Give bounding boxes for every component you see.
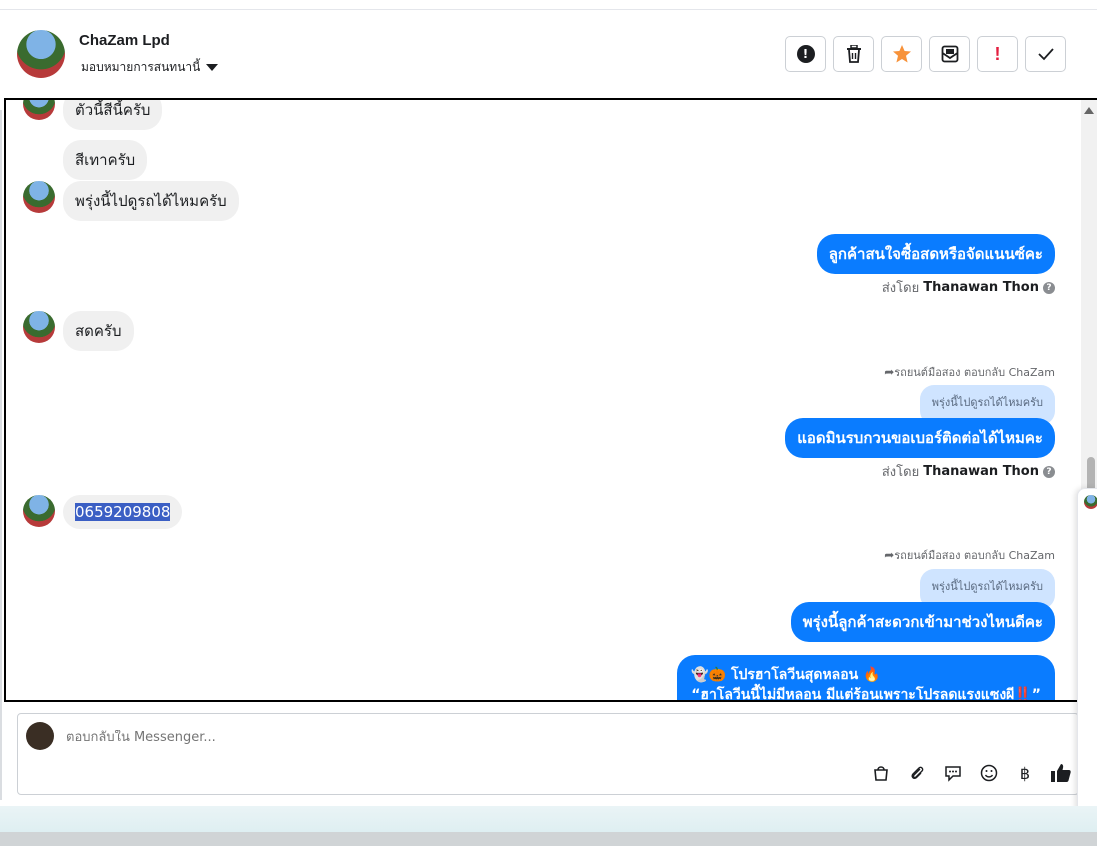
caret-down-icon <box>206 64 219 71</box>
shopping-bag-icon[interactable] <box>870 762 892 784</box>
sent-by-prefix: ส่งโดย <box>881 465 920 480</box>
thumbs-up-icon[interactable] <box>1050 762 1072 784</box>
message-thread[interactable]: ตัวนี้สีนี้ครับ สีเทาครับ พรุ่งนี้ไปดูรถ… <box>4 98 1097 702</box>
sent-by-name: Thanawan Thon <box>923 464 1039 479</box>
composer-toolbar: ฿ <box>870 762 1072 784</box>
panel-avatar <box>1084 495 1097 509</box>
page-avatar <box>26 722 54 750</box>
reply-meta-text: รถยนต์มือสอง ตอบกลับ ChaZam <box>894 366 1055 379</box>
promo-line-1: 👻🎃 โปรฮาโลวีนสุดหลอน 🔥 <box>691 667 881 683</box>
mark-unread-icon <box>941 45 958 63</box>
done-check-icon <box>1037 48 1054 61</box>
contact-avatar[interactable] <box>17 30 65 78</box>
assign-conversation-dropdown[interactable]: มอบหมายการสนทนานี้ <box>81 58 219 77</box>
side-popup-panel[interactable] <box>1077 488 1097 822</box>
selected-phone-number[interactable]: 0659209808 <box>75 503 171 521</box>
help-icon[interactable]: ? <box>1043 465 1055 478</box>
incoming-message[interactable]: พรุ่งนี้ไปดูรถได้ไหมครับ <box>63 181 239 221</box>
reply-meta: ➦รถยนต์มือสอง ตอบกลับ ChaZam <box>884 363 1055 381</box>
emoji-icon[interactable] <box>978 762 1000 784</box>
reply-meta: ➦รถยนต์มือสอง ตอบกลับ ChaZam <box>884 546 1055 564</box>
sent-by-label: ส่งโดย Thanawan Thon ? <box>882 461 1055 482</box>
scroll-up-arrow-icon[interactable] <box>1084 107 1094 114</box>
outgoing-message[interactable]: แอดมินรบกวนขอเบอร์ติดต่อได้ไหมคะ <box>785 418 1055 458</box>
delete-button[interactable] <box>833 36 874 72</box>
spam-icon: ! <box>994 43 1001 64</box>
incoming-message[interactable]: สีเทาครับ <box>63 140 148 180</box>
saved-reply-icon[interactable] <box>942 762 964 784</box>
reply-arrow-icon: ➦ <box>884 548 895 562</box>
baht-payment-icon[interactable]: ฿ <box>1014 762 1036 784</box>
sent-by-label: ส่งโดย Thanawan Thon ? <box>882 277 1055 298</box>
left-edge-divider <box>0 110 2 800</box>
incoming-message[interactable]: 0659209808 <box>63 495 183 529</box>
alert-circle-icon: ! <box>796 45 815 63</box>
sender-avatar[interactable] <box>23 100 55 120</box>
star-button[interactable] <box>881 36 922 72</box>
outgoing-promo-message[interactable]: 👻🎃 โปรฮาโลวีนสุดหลอน 🔥 “ฮาโลวีนนี้ไม่มีห… <box>677 655 1055 702</box>
reply-composer: ฿ <box>17 713 1079 795</box>
paperclip-icon[interactable] <box>906 762 928 784</box>
incoming-message[interactable]: สดครับ <box>63 311 134 351</box>
mark-unread-button[interactable] <box>929 36 970 72</box>
outgoing-message[interactable]: ลูกค้าสนใจซื้อสดหรือจัดแนนซ์คะ <box>816 234 1055 274</box>
reply-meta-text: รถยนต์มือสอง ตอบกลับ ChaZam <box>894 549 1055 562</box>
spam-button[interactable]: ! <box>977 36 1018 72</box>
incoming-message[interactable]: ตัวนี้สีนี้ครับ <box>63 100 163 130</box>
mark-done-button[interactable] <box>1025 36 1066 72</box>
assign-label: มอบหมายการสนทนานี้ <box>81 60 201 74</box>
trash-icon <box>846 45 861 63</box>
sender-avatar[interactable] <box>23 311 55 343</box>
report-button[interactable]: ! <box>785 36 826 72</box>
taskbar-strip <box>0 832 1097 846</box>
conversation-header: ChaZam Lpd มอบหมายการสนทนานี้ ! ! <box>0 10 1097 98</box>
star-icon <box>892 45 911 63</box>
reply-input[interactable] <box>66 730 666 745</box>
messenger-inbox-view: ChaZam Lpd มอบหมายการสนทนานี้ ! ! ตัวนี้… <box>0 0 1097 846</box>
help-icon[interactable]: ? <box>1043 281 1055 294</box>
reply-arrow-icon: ➦ <box>884 365 895 379</box>
sender-avatar[interactable] <box>23 495 55 527</box>
outgoing-message[interactable]: พรุ่งนี้ลูกค้าสะดวกเข้ามาช่วงไหนดีคะ <box>790 602 1055 642</box>
contact-name[interactable]: ChaZam Lpd <box>79 32 170 49</box>
sent-by-name: Thanawan Thon <box>923 280 1039 295</box>
sent-by-prefix: ส่งโดย <box>881 281 920 296</box>
sender-avatar[interactable] <box>23 181 55 213</box>
promo-line-2: “ฮาโลวีนนี้ไม่มีหลอน มีแต่ร้อนเพราะโปรลด… <box>691 687 1041 702</box>
